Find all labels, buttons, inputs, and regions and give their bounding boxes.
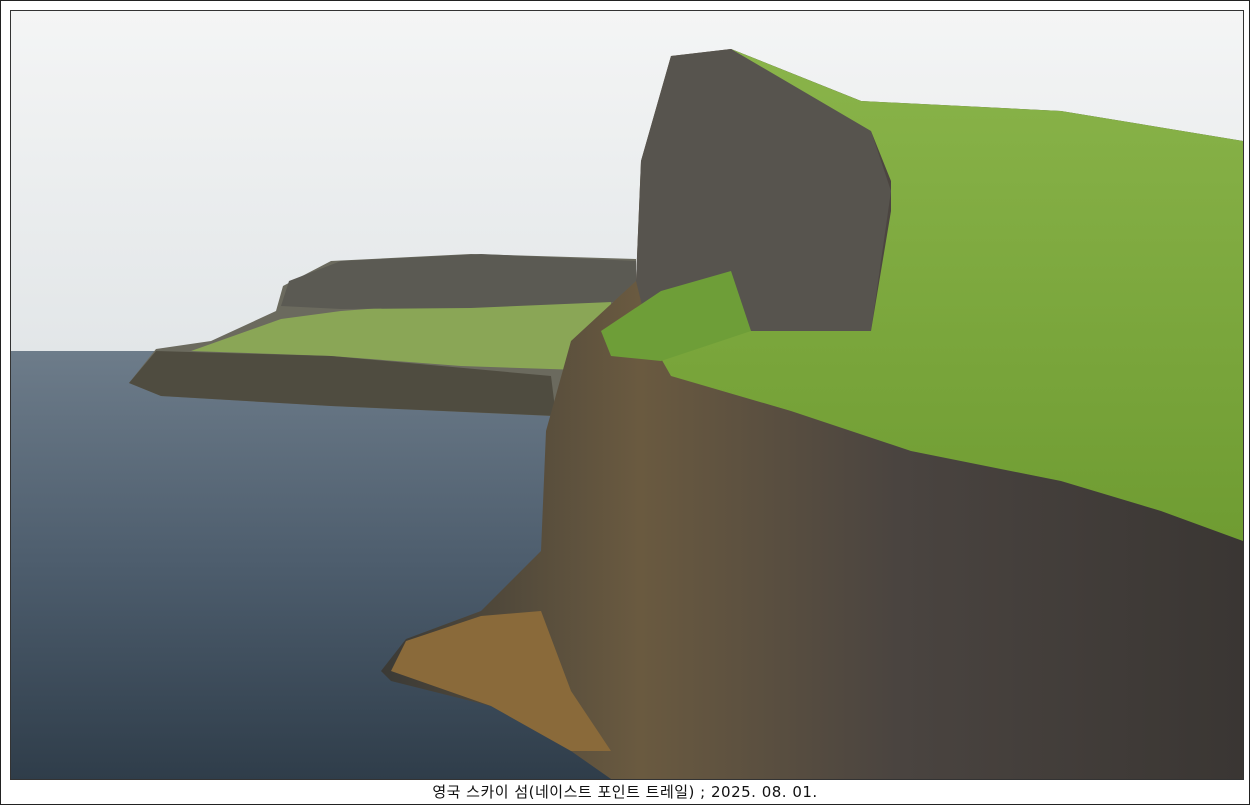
photo-frame: 영국 스카이 섬(네이스트 포인트 트레일) ; 2025. 08. 01. [0,0,1250,805]
landscape-photo [10,10,1244,780]
photo-caption: 영국 스카이 섬(네이스트 포인트 트레일) ; 2025. 08. 01. [432,783,818,801]
